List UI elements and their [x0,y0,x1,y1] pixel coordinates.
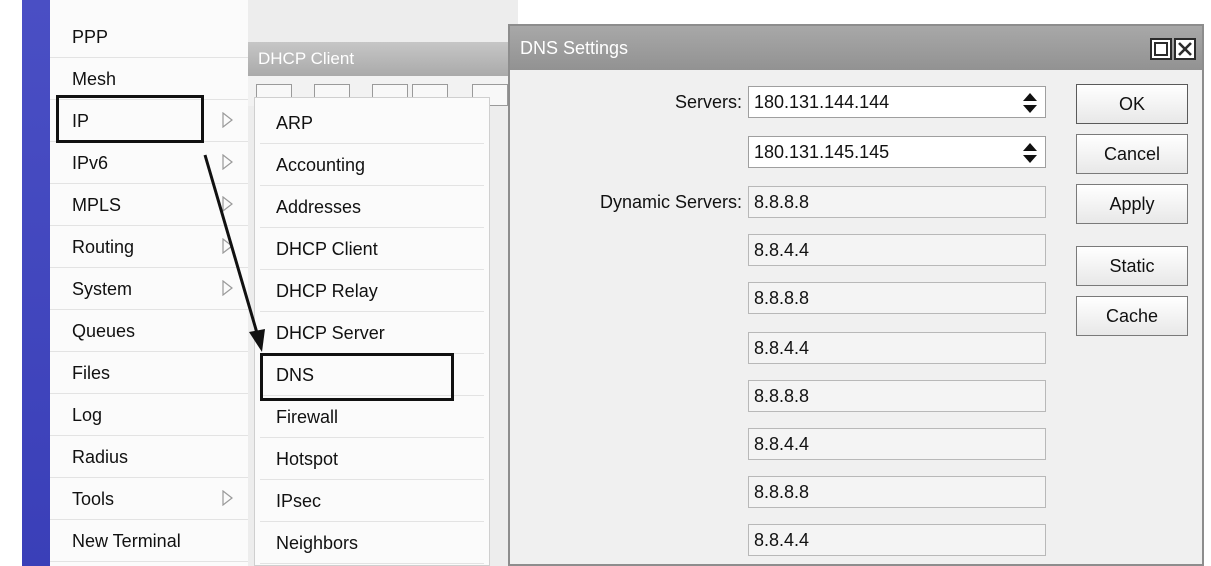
submenu-item-label: DHCP Client [276,239,378,259]
submenu-item-label: Neighbors [276,533,359,553]
menu-item-system[interactable]: System [50,268,248,310]
close-icon[interactable] [1174,38,1196,60]
submenu-arrow-icon [222,196,233,212]
apply-button[interactable]: Apply [1076,184,1188,224]
server-field[interactable]: 180.131.145.145 [748,136,1046,168]
server-field[interactable]: 180.131.144.144 [748,86,1046,118]
main-menu: PPP Mesh IP IPv6 MPLS Routing System Que… [50,0,249,566]
submenu-item-addresses[interactable]: Addresses [260,186,484,228]
dynamic-server-field: 8.8.8.8 [748,380,1046,412]
menu-item-files[interactable]: Files [50,352,248,394]
menu-item-label: PPP [72,27,109,47]
menu-item-queues[interactable]: Queues [50,310,248,352]
submenu-item-label: Accounting [276,155,366,175]
submenu-item-label: Addresses [276,197,362,217]
submenu-item-neighbors[interactable]: Neighbors [260,522,484,564]
submenu-item-dhcp-server[interactable]: DHCP Server [260,312,484,354]
submenu-item-label: Hotspot [276,449,339,469]
dynamic-server-field: 8.8.8.8 [748,476,1046,508]
menu-item-label: Mesh [72,69,117,89]
submenu-arrow-icon [222,238,233,254]
submenu-item-accounting[interactable]: Accounting [260,144,484,186]
dialog-body: Servers: 180.131.144.144 180.131.145.145… [510,70,1202,564]
submenu-item-label: DHCP Server [276,323,385,343]
submenu-item-firewall[interactable]: Firewall [260,396,484,438]
maximize-icon[interactable] [1150,38,1172,60]
menu-item-label: IP [72,111,90,131]
dynamic-server-field: 8.8.4.4 [748,332,1046,364]
submenu-item-arp[interactable]: ARP [260,102,484,144]
menu-item-label: IPv6 [72,153,109,173]
cancel-button[interactable]: Cancel [1076,134,1188,174]
menu-item-label: Log [72,405,103,425]
dialog-title: DNS Settings [520,38,629,58]
dynamic-server-field: 8.8.4.4 [748,524,1046,556]
submenu-item-label: Firewall [276,407,339,427]
menu-item-label: Routing [72,237,135,257]
menu-item-ipv6[interactable]: IPv6 [50,142,248,184]
submenu-item-label: IPsec [276,491,322,511]
dynamic-server-field: 8.8.8.8 [748,186,1046,218]
dynamic-server-field: 8.8.8.8 [748,282,1046,314]
menu-item-label: Queues [72,321,136,341]
menu-item-routing[interactable]: Routing [50,226,248,268]
submenu-item-label: ARP [276,113,314,133]
cache-button[interactable]: Cache [1076,296,1188,336]
menu-item-ppp[interactable]: PPP [50,16,248,58]
submenu-item-dns[interactable]: DNS [260,354,484,396]
submenu-item-dhcp-relay[interactable]: DHCP Relay [260,270,484,312]
background-window-title: DHCP Client [248,42,518,76]
menu-item-log[interactable]: Log [50,394,248,436]
menu-item-tools[interactable]: Tools [50,478,248,520]
static-button[interactable]: Static [1076,246,1188,286]
menu-item-new-terminal[interactable]: New Terminal [50,520,248,562]
dynamic-servers-label: Dynamic Servers: [599,192,742,212]
updown-spinner-icon[interactable] [1022,92,1038,114]
submenu-item-label: DNS [276,365,315,385]
ip-submenu: ARP Accounting Addresses DHCP Client DHC… [254,97,490,566]
submenu-item-label: DHCP Relay [276,281,378,301]
dns-settings-dialog: DNS Settings Servers: 180.131.144.144 18… [508,24,1204,566]
winbox-sidebar-bar [22,0,50,566]
servers-label: Servers: [674,92,742,112]
menu-item-radius[interactable]: Radius [50,436,248,478]
menu-item-label: MPLS [72,195,122,215]
menu-item-label: Radius [72,447,129,467]
dialog-titlebar[interactable]: DNS Settings [510,26,1202,70]
submenu-item-dhcp-client[interactable]: DHCP Client [260,228,484,270]
dynamic-server-field: 8.8.4.4 [748,428,1046,460]
submenu-item-hotspot[interactable]: Hotspot [260,438,484,480]
submenu-arrow-icon [222,490,233,506]
menu-item-label: New Terminal [72,531,181,551]
updown-spinner-icon[interactable] [1022,142,1038,164]
menu-item-ip[interactable]: IP [50,100,248,142]
submenu-arrow-icon [222,154,233,170]
menu-item-label: System [72,279,133,299]
submenu-arrow-icon [222,112,233,128]
submenu-arrow-icon [222,280,233,296]
ok-button[interactable]: OK [1076,84,1188,124]
menu-item-label: Tools [72,489,115,509]
submenu-item-ipsec[interactable]: IPsec [260,480,484,522]
menu-item-mesh[interactable]: Mesh [50,58,248,100]
dynamic-server-field: 8.8.4.4 [748,234,1046,266]
screen-edge [0,0,22,566]
menu-item-label: Files [72,363,111,383]
menu-item-mpls[interactable]: MPLS [50,184,248,226]
